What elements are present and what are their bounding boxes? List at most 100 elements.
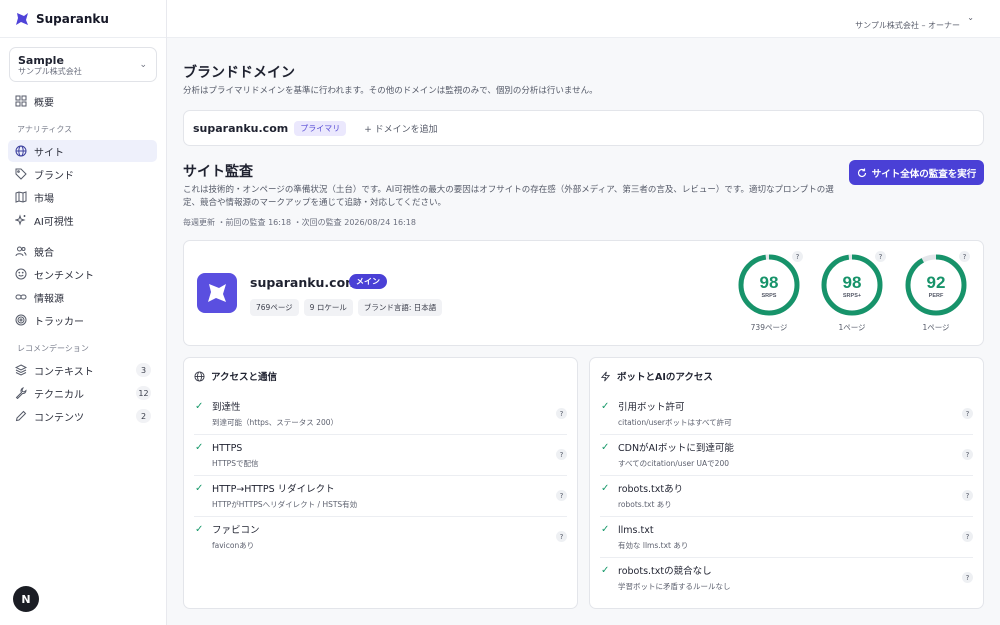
check-subtitle: robots.txt あり bbox=[618, 500, 672, 509]
sidebar-item-site[interactable]: サイト bbox=[8, 140, 157, 162]
help-icon[interactable]: ? bbox=[959, 251, 970, 262]
sidebar-item-label: 市場 bbox=[34, 193, 54, 205]
access-card-header: アクセスと通信 bbox=[194, 358, 567, 394]
bot-access-card: ボットとAIのアクセス ✓ 引用ボット許可 citation/userボットはす… bbox=[589, 357, 984, 609]
sidebar-item-label: 概要 bbox=[34, 97, 54, 109]
site-tag-locales: 9 ロケール bbox=[303, 299, 353, 316]
sidebar-item-market[interactable]: 市場 bbox=[8, 186, 157, 208]
site-card: suparanku.com メイン 769ページ 9 ロケール ブランド言語: … bbox=[183, 240, 984, 346]
help-icon[interactable]: ? bbox=[556, 408, 567, 419]
help-icon[interactable]: ? bbox=[792, 251, 803, 262]
check-subtitle: 到達可能（https、ステータス 200） bbox=[212, 418, 339, 427]
sidebar-item-technical[interactable]: テクニカル 12 bbox=[8, 382, 157, 404]
check-subtitle: faviconあり bbox=[212, 541, 255, 550]
run-audit-button[interactable]: サイト全体の監査を実行 bbox=[849, 160, 984, 185]
score-ring: 98 SRPS bbox=[738, 254, 800, 316]
site-logo-icon bbox=[197, 273, 237, 313]
dev-tools-button[interactable]: N bbox=[13, 586, 39, 612]
check-subtitle: HTTPSで配信 bbox=[212, 459, 259, 468]
help-icon[interactable]: ? bbox=[962, 408, 973, 419]
score-label: SRPS bbox=[762, 293, 777, 299]
score-label: PERF bbox=[929, 293, 944, 299]
count-badge: 12 bbox=[136, 386, 151, 400]
domain-card: suparanku.com プライマリ + ドメインを追加 bbox=[183, 110, 984, 146]
sidebar-item-label: 競合 bbox=[34, 247, 54, 259]
main-badge: メイン bbox=[349, 274, 387, 289]
run-audit-label: サイト全体の監査を実行 bbox=[871, 168, 977, 180]
count-badge: 2 bbox=[136, 409, 151, 423]
sidebar-item-label: センチメント bbox=[34, 270, 94, 282]
lightning-icon bbox=[600, 371, 611, 381]
check-title: llms.txt bbox=[618, 525, 654, 536]
brand-domain-title: ブランドドメイン bbox=[183, 65, 295, 81]
sidebar-item-competitors[interactable]: 競合 bbox=[8, 240, 157, 262]
sidebar-item-context[interactable]: コンテキスト 3 bbox=[8, 359, 157, 381]
check-icon: ✓ bbox=[195, 524, 204, 535]
score-label: SRPS+ bbox=[843, 293, 861, 299]
help-icon[interactable]: ? bbox=[962, 490, 973, 501]
link-icon bbox=[15, 291, 27, 303]
help-icon[interactable]: ? bbox=[875, 251, 886, 262]
check-icon: ✓ bbox=[195, 442, 204, 453]
sidebar-item-sentiment[interactable]: センチメント bbox=[8, 263, 157, 285]
sidebar-item-label: ブランド bbox=[34, 170, 74, 182]
gauge-pages: 1ページ bbox=[922, 323, 950, 332]
brand-domain-description: 分析はプライマリドメインを基準に行われます。その他のドメインは監視のみで、個別の… bbox=[183, 86, 598, 96]
check-icon: ✓ bbox=[195, 401, 204, 412]
check-icon: ✓ bbox=[601, 524, 610, 535]
score-ring: 92 PERF bbox=[905, 254, 967, 316]
app-logo-row[interactable]: Suparanku bbox=[0, 0, 166, 38]
check-row: ✓ llms.txt 有効な llms.txt あり ? bbox=[600, 517, 973, 558]
check-title: robots.txtあり bbox=[618, 484, 684, 495]
audit-description: これは技術的・オンページの準備状況（土台）です。AI可視性の最大の要因はオフサイ… bbox=[183, 185, 834, 208]
help-icon[interactable]: ? bbox=[556, 449, 567, 460]
sidebar-item-content[interactable]: コンテンツ 2 bbox=[8, 405, 157, 427]
check-title: robots.txtの競合なし bbox=[618, 566, 712, 577]
check-row: ✓ robots.txtの競合なし 学習ボットに矛盾するルールなし ? bbox=[600, 558, 973, 599]
help-icon[interactable]: ? bbox=[556, 531, 567, 542]
check-subtitle: HTTPがHTTPSへリダイレクト / HSTS有効 bbox=[212, 500, 358, 509]
sidebar-item-sources[interactable]: 情報源 bbox=[8, 286, 157, 308]
check-row: ✓ HTTPS HTTPSで配信 ? bbox=[194, 435, 567, 476]
sidebar-item-label: コンテンツ bbox=[34, 412, 84, 424]
help-icon[interactable]: ? bbox=[962, 572, 973, 583]
check-icon: ✓ bbox=[601, 442, 610, 453]
sidebar-item-label: コンテキスト bbox=[34, 366, 94, 378]
check-title: CDNがAIボットに到達可能 bbox=[618, 443, 734, 454]
chevron-down-icon[interactable]: ⌄ bbox=[967, 13, 974, 22]
nav-section-recommendations: レコメンデーション bbox=[17, 344, 89, 353]
primary-badge: プライマリ bbox=[294, 120, 347, 136]
sidebar-item-label: テクニカル bbox=[34, 389, 84, 401]
domain-name: suparanku.com bbox=[193, 121, 289, 135]
help-icon[interactable]: ? bbox=[556, 490, 567, 501]
wrench-icon bbox=[15, 387, 27, 399]
audit-header: サイト監査 これは技術的・オンページの準備状況（土台）です。AI可視性の最大の要… bbox=[183, 160, 984, 228]
sidebar-item-overview[interactable]: 概要 bbox=[8, 90, 157, 112]
help-icon[interactable]: ? bbox=[962, 531, 973, 542]
check-title: 引用ボット許可 bbox=[618, 402, 685, 413]
app-name: Suparanku bbox=[36, 11, 109, 26]
gauge-pages: 1ページ bbox=[838, 323, 866, 332]
check-subtitle: 有効な llms.txt あり bbox=[618, 541, 689, 550]
check-icon: ✓ bbox=[601, 565, 610, 576]
sidebar-item-brand[interactable]: ブランド bbox=[8, 163, 157, 185]
gauge-srps: 98 SRPS 739ページ ? bbox=[737, 251, 803, 333]
check-row: ✓ HTTP→HTTPS リダイレクト HTTPがHTTPSへリダイレクト / … bbox=[194, 476, 567, 517]
site-tag-language: ブランド言語: 日本語 bbox=[357, 299, 443, 316]
sidebar-item-ai-visibility[interactable]: AI可視性 bbox=[8, 209, 157, 231]
gauge-pages: 739ページ bbox=[750, 323, 788, 332]
access-card: アクセスと通信 ✓ 到達性 到達可能（https、ステータス 200） ? ✓ … bbox=[183, 357, 578, 609]
target-icon bbox=[15, 314, 27, 326]
account-menu[interactable]: サンプル株式会社 – オーナー bbox=[855, 20, 960, 31]
sidebar-item-tracker[interactable]: トラッカー bbox=[8, 309, 157, 331]
sidebar-item-label: AI可視性 bbox=[34, 216, 74, 228]
org-company: サンプル株式会社 bbox=[18, 67, 82, 76]
layers-icon bbox=[15, 364, 27, 376]
check-subtitle: 学習ボットに矛盾するルールなし bbox=[618, 582, 731, 591]
org-switcher[interactable]: Sample サンプル株式会社 ⌄ bbox=[9, 47, 157, 82]
score-ring: 98 SRPS+ bbox=[821, 254, 883, 316]
nav-section-analytics: アナリティクス bbox=[17, 125, 73, 134]
help-icon[interactable]: ? bbox=[962, 449, 973, 460]
add-domain-button[interactable]: + ドメインを追加 bbox=[364, 122, 437, 135]
globe-icon bbox=[15, 145, 27, 157]
